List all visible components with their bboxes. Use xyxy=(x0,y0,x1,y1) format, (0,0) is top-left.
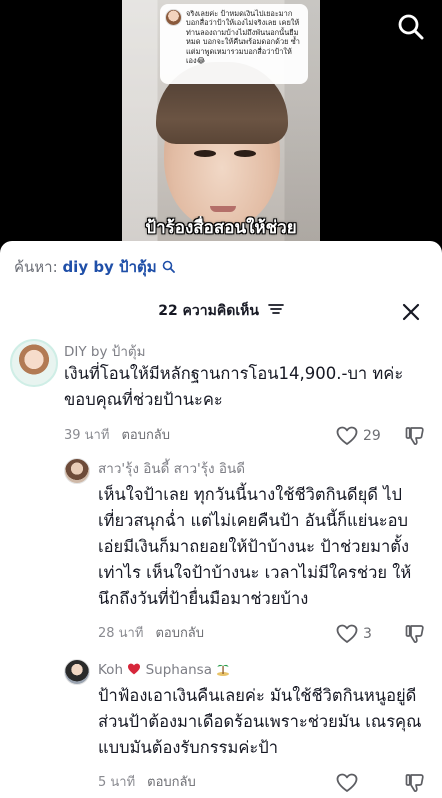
heart-emoji-icon xyxy=(128,663,141,675)
comment-text: เงินที่โอนให้มีหลักฐานการโอน14,900.-บา ท… xyxy=(64,364,404,409)
person-eye xyxy=(194,150,216,157)
comments-sheet: ค้นหา: diy by ป้าตุ้ม 22 ความคิดเห็น DIY… xyxy=(0,241,442,798)
like-button[interactable]: 3 xyxy=(336,623,372,645)
reply-button[interactable]: ตอบกลับ xyxy=(147,775,196,790)
heart-icon xyxy=(336,624,358,643)
comment-username[interactable]: DIY by ป้าตุ้ม xyxy=(64,343,146,361)
dislike-button[interactable] xyxy=(404,772,426,794)
search-icon xyxy=(398,14,424,40)
comment-time: 5 นาที xyxy=(98,775,136,790)
dislike-icon xyxy=(405,625,424,643)
heart-icon xyxy=(336,773,358,792)
avatar[interactable] xyxy=(64,458,90,484)
comment-username-part: Suphansa xyxy=(145,662,212,678)
heart-icon xyxy=(336,426,358,445)
like-button[interactable]: 29 xyxy=(336,425,381,447)
like-button[interactable] xyxy=(336,772,363,794)
comments-header: 22 ความคิดเห็น xyxy=(0,299,442,323)
dislike-icon xyxy=(405,774,424,792)
dislike-icon xyxy=(405,427,424,445)
person-eye xyxy=(234,150,256,157)
comment-meta: 39 นาที ตอบกลับ xyxy=(64,427,170,445)
comment-item: DIY by ป้าตุ้ม เงินที่โอนให้มีหลักฐานการ… xyxy=(0,339,442,449)
reply-button[interactable]: ตอบกลับ xyxy=(155,626,204,641)
search-suggestion-label: ค้นหา: xyxy=(14,258,58,276)
search-icon xyxy=(163,260,176,273)
comment-username[interactable]: สาว'รุ้ง อินดี้ สาว'รุ้ง อินดี xyxy=(98,460,245,478)
comment-username-part: Koh xyxy=(98,662,123,678)
search-suggestion-keyword[interactable]: diy by ป้าตุ้ม xyxy=(62,258,156,276)
comment-text: ป้าฟ้องเอาเงินคืนเลยค่ะ มันใช้ชีวิตกินหน… xyxy=(98,686,422,757)
reply-button[interactable]: ตอบกลับ xyxy=(121,428,170,443)
video-caption: ป้าร้องสื่อสอนให้ช่วย xyxy=(145,218,297,238)
search-button[interactable] xyxy=(396,12,426,42)
search-suggestion[interactable]: ค้นหา: diy by ป้าตุ้ม xyxy=(14,257,176,277)
comment-item: สาว'รุ้ง อินดี้ สาว'รุ้ง อินดี เห็นใจป้า… xyxy=(0,458,442,648)
comment-text: เห็นใจป้าเลย ทุกวันนี้นางใช้ชีวิตกินดียุ… xyxy=(98,485,412,608)
overlay-comment-avatar xyxy=(165,9,182,26)
close-button[interactable] xyxy=(400,301,422,323)
dislike-button[interactable] xyxy=(404,425,426,447)
dislike-button[interactable] xyxy=(404,623,426,645)
sort-icon xyxy=(267,304,284,314)
comment-time: 28 นาที xyxy=(98,626,144,641)
like-count: 3 xyxy=(363,625,372,642)
sort-button[interactable] xyxy=(267,299,284,323)
overlay-comment-card: จริงเลยค่ะ ป้าหมดเงินไปเยอะมาก บอกสื่อว่… xyxy=(160,4,308,84)
comment-time: 39 นาที xyxy=(64,428,110,443)
avatar[interactable] xyxy=(64,659,90,685)
comment-meta: 28 นาที ตอบกลับ xyxy=(98,625,204,643)
close-icon xyxy=(402,303,420,321)
comment-username[interactable]: Koh Suphansa xyxy=(98,661,230,679)
island-emoji-icon xyxy=(217,664,230,676)
comment-item: Koh Suphansa ป้าฟ้องเอาเงินคืนเลยค่ะ มัน… xyxy=(0,659,442,798)
video-frame[interactable]: จริงเลยค่ะ ป้าหมดเงินไปเยอะมาก บอกสื่อว่… xyxy=(122,0,320,260)
comment-meta: 5 นาที ตอบกลับ xyxy=(98,774,196,792)
overlay-comment-text: จริงเลยค่ะ ป้าหมดเงินไปเยอะมาก บอกสื่อว่… xyxy=(186,9,300,66)
video-player[interactable]: จริงเลยค่ะ ป้าหมดเงินไปเยอะมาก บอกสื่อว่… xyxy=(0,0,442,260)
avatar[interactable] xyxy=(10,339,58,387)
comments-count-title: 22 ความคิดเห็น xyxy=(0,299,442,323)
like-count: 29 xyxy=(363,427,381,444)
person-mouth xyxy=(210,206,236,212)
comments-count: 22 ความคิดเห็น xyxy=(158,303,259,319)
